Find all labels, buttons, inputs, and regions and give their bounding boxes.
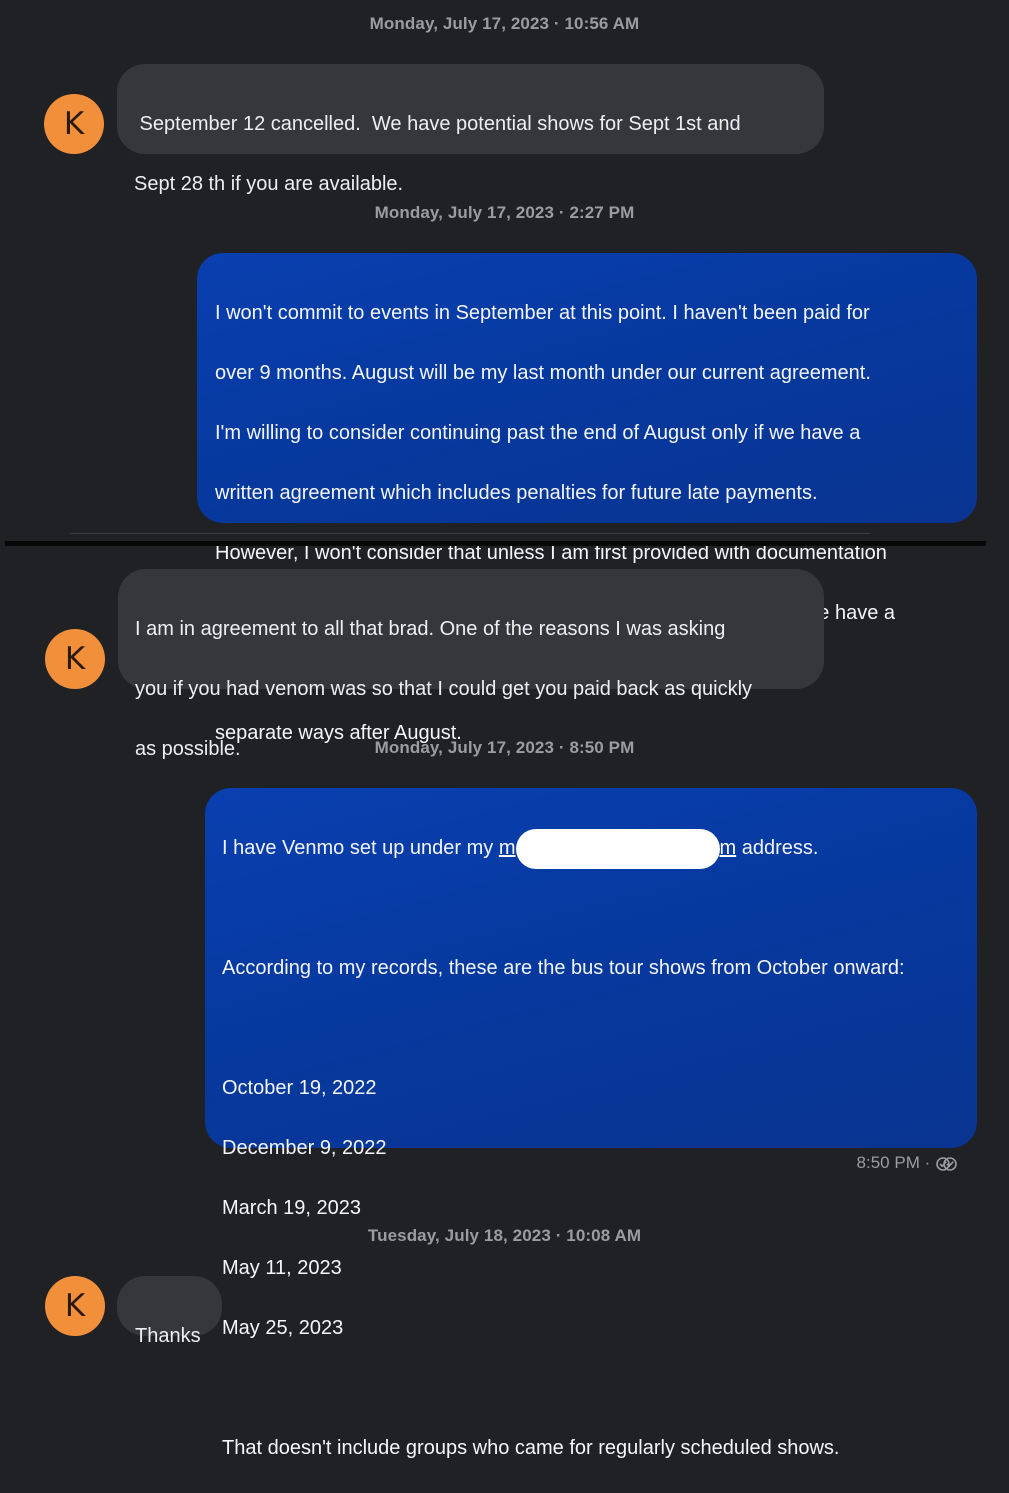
outgoing-message-bubble[interactable]: I have Venmo set up under my m m address.…: [205, 788, 977, 1459]
message-text: address.: [736, 837, 819, 859]
message-text-line: September 12 cancelled. We have potentia…: [134, 113, 741, 135]
message-timestamp: Monday, July 17, 2023 · 8:50 PM: [374, 738, 635, 757]
message-timestamp: Monday, July 17, 2023 · 2:27 PM: [374, 203, 635, 222]
message-text-line: May 25, 2023: [222, 1317, 344, 1339]
message-text-line: May 11, 2023: [222, 1257, 342, 1279]
message-text-line: March 19, 2023: [222, 1197, 361, 1219]
message-text-line: over 9 months. August will be my last mo…: [215, 362, 871, 384]
message-text-line: According to my records, these are the b…: [222, 957, 905, 979]
status-separator: ·: [924, 1153, 931, 1172]
message-text-line: [222, 1013, 960, 1043]
incoming-message-bubble[interactable]: Thanks: [117, 1276, 222, 1347]
message-text-line: December 9, 2022: [222, 1137, 387, 1159]
email-link-end[interactable]: m: [720, 837, 737, 859]
email-link-start[interactable]: m: [499, 837, 516, 859]
incoming-message-bubble[interactable]: September 12 cancelled. We have potentia…: [117, 64, 824, 195]
message-text-line: That doesn't include groups who came for…: [222, 1437, 840, 1459]
message-text-line: Sept 28 th if you are available.: [134, 173, 404, 195]
message-text-line: I won't commit to events in September at…: [215, 302, 870, 324]
sent-time: 8:50 PM: [856, 1153, 920, 1172]
seam-line: [70, 533, 870, 534]
read-receipt-icon: [935, 1153, 959, 1172]
screenshot-divider: [5, 541, 986, 546]
message-text-line: written agreement which includes penalti…: [215, 482, 818, 504]
contact-avatar[interactable]: K: [45, 1276, 105, 1336]
contact-avatar[interactable]: K: [45, 629, 105, 689]
message-text-line: I have Venmo set up under my m m address.: [222, 828, 960, 869]
message-text-line: [222, 893, 960, 923]
message-text-line: Thanks: [135, 1325, 201, 1347]
message-text-line: I'm willing to consider continuing past …: [215, 422, 861, 444]
redaction-blob: [515, 828, 720, 869]
message-text: I have Venmo set up under my: [222, 837, 499, 859]
message-timestamp: Monday, July 17, 2023 · 10:56 AM: [369, 14, 640, 33]
message-status: 8:50 PM ·: [857, 1153, 959, 1173]
outgoing-message-bubble[interactable]: I won't commit to events in September at…: [197, 253, 977, 744]
contact-avatar[interactable]: K: [44, 94, 104, 154]
message-text-line: you if you had venom was so that I could…: [135, 678, 753, 700]
incoming-message-bubble[interactable]: I am in agreement to all that brad. One …: [118, 569, 824, 760]
message-text-line: I am in agreement to all that brad. One …: [135, 618, 726, 640]
message-text-line: October 19, 2022: [222, 1077, 377, 1099]
message-text-line: [222, 1373, 960, 1403]
message-timestamp: Tuesday, July 18, 2023 · 10:08 AM: [367, 1226, 642, 1245]
